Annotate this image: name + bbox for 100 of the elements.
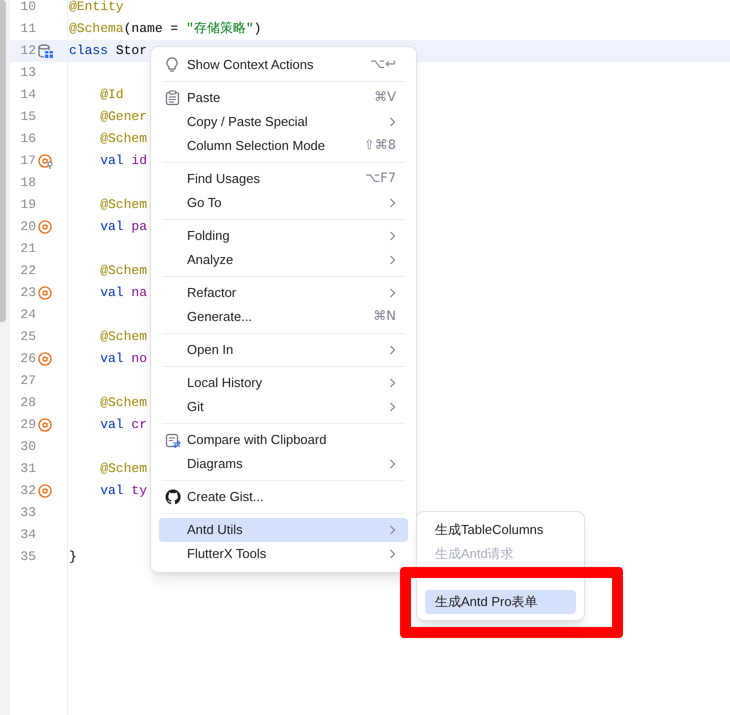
menu-item[interactable]: Compare with Clipboard bbox=[159, 428, 408, 452]
line-number: 27 bbox=[19, 372, 36, 390]
chevron-right-icon bbox=[389, 198, 396, 208]
code-line: val no bbox=[99, 350, 148, 368]
field-icon bbox=[38, 484, 52, 498]
line-number: 19 bbox=[19, 196, 36, 214]
clipboard-icon bbox=[165, 90, 180, 106]
menu-item[interactable]: Refactor bbox=[159, 281, 408, 305]
menu-item[interactable]: Paste ⌘V bbox=[159, 86, 408, 110]
code-line: @Id bbox=[99, 86, 124, 104]
line-number: 18 bbox=[19, 174, 36, 192]
chevron-right-icon bbox=[389, 549, 396, 559]
line-number: 25 bbox=[19, 328, 36, 346]
code-line: @Schem bbox=[99, 196, 148, 214]
chevron-right-icon bbox=[389, 117, 396, 127]
line-number: 35 bbox=[19, 548, 36, 566]
code-line: @Schem bbox=[99, 394, 148, 412]
line-number: 11 bbox=[19, 20, 36, 38]
field-icon bbox=[38, 352, 52, 366]
submenu-item[interactable]: 生成TableColumns bbox=[425, 518, 576, 542]
field-key-icon bbox=[38, 154, 53, 168]
chevron-right-icon bbox=[389, 231, 396, 241]
menu-item[interactable]: Diagrams bbox=[159, 452, 408, 476]
field-icon bbox=[38, 418, 52, 432]
menu-item-label: Generate... bbox=[187, 308, 254, 326]
line-number: 32 bbox=[19, 482, 36, 500]
line-number: 23 bbox=[19, 284, 36, 302]
menu-item-label: Create Gist... bbox=[187, 488, 265, 506]
menu-item[interactable]: FlutterX Tools bbox=[159, 542, 408, 566]
menu-item-label: Find Usages bbox=[187, 170, 261, 188]
menu-item[interactable]: Create Gist... bbox=[159, 485, 408, 509]
line-number: 12 bbox=[19, 42, 36, 60]
code-line: val cr bbox=[99, 416, 148, 434]
field-icon bbox=[38, 286, 52, 300]
shortcut-label: ⇧⌘8 bbox=[364, 137, 396, 156]
menu-item[interactable]: Folding bbox=[159, 224, 408, 248]
code-line: val na bbox=[99, 284, 148, 302]
menu-item-label: FlutterX Tools bbox=[187, 545, 268, 564]
shortcut-label: ⌥↩ bbox=[370, 56, 396, 74]
line-number: 13 bbox=[19, 64, 36, 82]
code-line: } bbox=[68, 548, 77, 566]
menu-item-label: Git bbox=[187, 398, 205, 416]
line-number: 22 bbox=[19, 262, 36, 280]
menu-item-label: Paste bbox=[187, 89, 222, 108]
submenu-item[interactable]: 生成Antd Pro表单 bbox=[425, 590, 576, 614]
database-table-icon bbox=[38, 44, 54, 58]
menu-item[interactable]: Analyze bbox=[159, 248, 408, 272]
clipboard-compare-icon bbox=[165, 432, 181, 448]
menu-item[interactable]: Git bbox=[159, 395, 408, 419]
menu-item[interactable]: Generate... ⌘N bbox=[159, 305, 408, 329]
field-icon bbox=[38, 220, 52, 234]
menu-item[interactable]: Find Usages ⌥F7 bbox=[159, 167, 408, 191]
menu-item[interactable]: Antd Utils bbox=[159, 518, 408, 542]
code-line: @Schema(name = "存储策略") bbox=[68, 20, 262, 38]
menu-item-label: Local History bbox=[187, 374, 264, 392]
line-number: 15 bbox=[19, 108, 36, 126]
code-line: val pa bbox=[99, 218, 148, 236]
shortcut-label: ⌥F7 bbox=[365, 170, 396, 188]
chevron-right-icon bbox=[389, 459, 396, 469]
code-line: @Schem bbox=[99, 130, 148, 148]
line-number: 28 bbox=[19, 394, 36, 412]
chevron-right-icon bbox=[389, 525, 396, 535]
chevron-right-icon bbox=[389, 378, 396, 388]
menu-item-label: Refactor bbox=[187, 284, 238, 302]
code-line: val id bbox=[99, 152, 148, 170]
menu-item[interactable]: Open In bbox=[159, 338, 408, 362]
menu-item[interactable]: Show Context Actions ⌥↩ bbox=[159, 53, 408, 77]
code-line: @Gener bbox=[99, 108, 148, 126]
line-number: 33 bbox=[19, 504, 36, 522]
menu-item-label: Copy / Paste Special bbox=[187, 113, 309, 132]
menu-item[interactable]: Local History bbox=[159, 371, 408, 395]
menu-item-label: Open In bbox=[187, 341, 234, 360]
line-number: 20 bbox=[19, 218, 36, 236]
code-line: @Entity bbox=[68, 0, 124, 16]
line-number: 34 bbox=[19, 526, 36, 544]
code-line: @Schem bbox=[99, 328, 148, 346]
menu-item-label: Compare with Clipboard bbox=[187, 431, 328, 450]
code-line: @Schem bbox=[99, 262, 148, 280]
line-number: 29 bbox=[19, 416, 36, 434]
menu-item-label: Show Context Actions bbox=[187, 56, 314, 74]
menu-item[interactable]: Go To bbox=[159, 191, 408, 215]
line-number: 14 bbox=[19, 86, 36, 104]
scrollbar-thumb[interactable] bbox=[0, 0, 6, 322]
chevron-right-icon bbox=[389, 402, 396, 412]
line-number: 31 bbox=[19, 460, 36, 478]
shortcut-label: ⌘V bbox=[374, 89, 396, 108]
line-number: 16 bbox=[19, 130, 36, 148]
menu-item-label: Analyze bbox=[187, 251, 234, 270]
line-number: 21 bbox=[19, 240, 36, 258]
shortcut-label: ⌘N bbox=[373, 308, 396, 326]
code-line: class Stor bbox=[68, 42, 148, 60]
line-number: 10 bbox=[19, 0, 36, 16]
menu-item[interactable]: Copy / Paste Special bbox=[159, 110, 408, 134]
menu-item[interactable]: Column Selection Mode ⇧⌘8 bbox=[159, 134, 408, 158]
code-line: @Schem bbox=[99, 460, 148, 478]
menu-item-label: Go To bbox=[187, 194, 222, 212]
menu-item-label: Folding bbox=[187, 227, 231, 246]
line-number: 24 bbox=[19, 306, 36, 324]
menu-item-label: Antd Utils bbox=[187, 521, 244, 540]
chevron-right-icon bbox=[389, 255, 396, 265]
